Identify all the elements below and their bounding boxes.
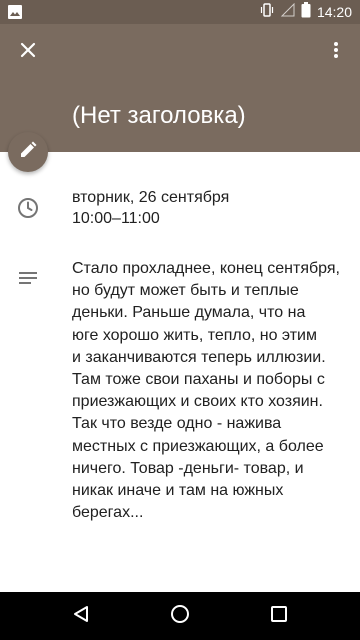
edit-button[interactable] [8, 132, 48, 172]
recents-button[interactable] [249, 592, 309, 640]
status-icons: 14:20 [253, 0, 352, 24]
event-date: вторник, 26 сентября [72, 189, 230, 206]
notes-icon [16, 266, 40, 290]
battery-icon [301, 1, 311, 23]
navigation-bar [0, 592, 360, 640]
home-icon [170, 604, 190, 629]
event-description: Стало прохладнее, конец сентября, но буд… [72, 260, 340, 522]
clock-icon [16, 196, 40, 220]
event-title: (Нет заголовка) [72, 102, 246, 129]
more-options-button[interactable] [324, 36, 348, 68]
back-icon [72, 605, 90, 628]
vibrate-icon [259, 2, 275, 23]
back-button[interactable] [51, 592, 111, 640]
event-time-range: 10:00–11:00 [72, 210, 160, 227]
recents-icon [270, 605, 288, 628]
close-button[interactable] [12, 36, 44, 68]
signal-icon [280, 2, 295, 22]
home-button[interactable] [150, 592, 210, 640]
gallery-icon [8, 5, 22, 19]
status-time: 14:20 [316, 4, 352, 20]
status-bar: 14:20 [0, 0, 360, 24]
more-vert-icon [333, 41, 339, 64]
close-icon [20, 42, 36, 63]
event-header: (Нет заголовка) [0, 24, 360, 152]
edit-icon [19, 141, 37, 164]
